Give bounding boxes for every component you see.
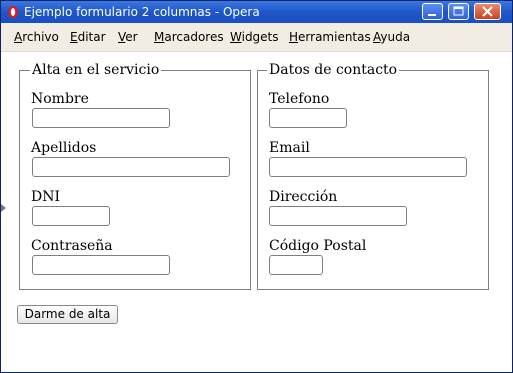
close-icon [482,6,493,17]
close-button[interactable] [474,3,501,20]
title-bar[interactable]: Ejemplo formulario 2 columnas - Opera [1,1,512,23]
fieldset-alta-servicio: Alta en el servicio Nombre Apellidos DNI… [19,63,251,290]
codigo-postal-input[interactable] [269,255,323,275]
apellidos-input[interactable] [32,157,230,177]
label-email: Email [269,140,310,156]
label-codigo-postal: Código Postal [269,238,367,254]
label-dni: DNI [31,189,61,205]
opera-icon [8,6,18,18]
panel-toggle-arrow[interactable] [1,204,6,212]
darme-de-alta-button[interactable]: Darme de alta [17,305,118,324]
menu-editar[interactable]: Editar [70,30,106,44]
dni-input[interactable] [32,206,110,226]
minimize-button[interactable] [422,3,443,20]
fieldset-legend: Alta en el servicio [30,62,162,78]
label-direccion: Dirección [269,189,338,205]
label-apellidos: Apellidos [31,140,97,156]
menu-archivo[interactable]: Archivo [14,30,59,44]
label-nombre: Nombre [31,91,89,107]
fieldset-datos-contacto: Datos de contacto Telefono Email Direcci… [257,63,489,290]
nombre-input[interactable] [32,108,170,128]
window-title: Ejemplo formulario 2 columnas - Opera [24,5,260,19]
telefono-input[interactable] [269,108,347,128]
fieldset-legend: Datos de contacto [267,62,400,78]
browser-window: Ejemplo formulario 2 columnas - Opera Ar… [0,0,513,373]
menu-herramientas[interactable]: Herramientas [289,30,371,44]
maximize-button[interactable] [448,3,469,20]
minimize-icon [428,14,436,16]
direccion-input[interactable] [269,206,407,226]
label-telefono: Telefono [269,91,330,107]
menu-ver[interactable]: Ver [118,30,138,44]
email-input[interactable] [269,157,467,177]
menu-bar: Archivo Editar Ver Marcadores Widgets He… [1,23,512,52]
contrasena-input[interactable] [32,255,170,275]
menu-ayuda[interactable]: Ayuda [373,30,410,44]
maximize-icon [453,6,464,16]
label-contrasena: Contraseña [31,238,113,254]
menu-widgets[interactable]: Widgets [230,30,279,44]
menu-marcadores[interactable]: Marcadores [154,30,224,44]
